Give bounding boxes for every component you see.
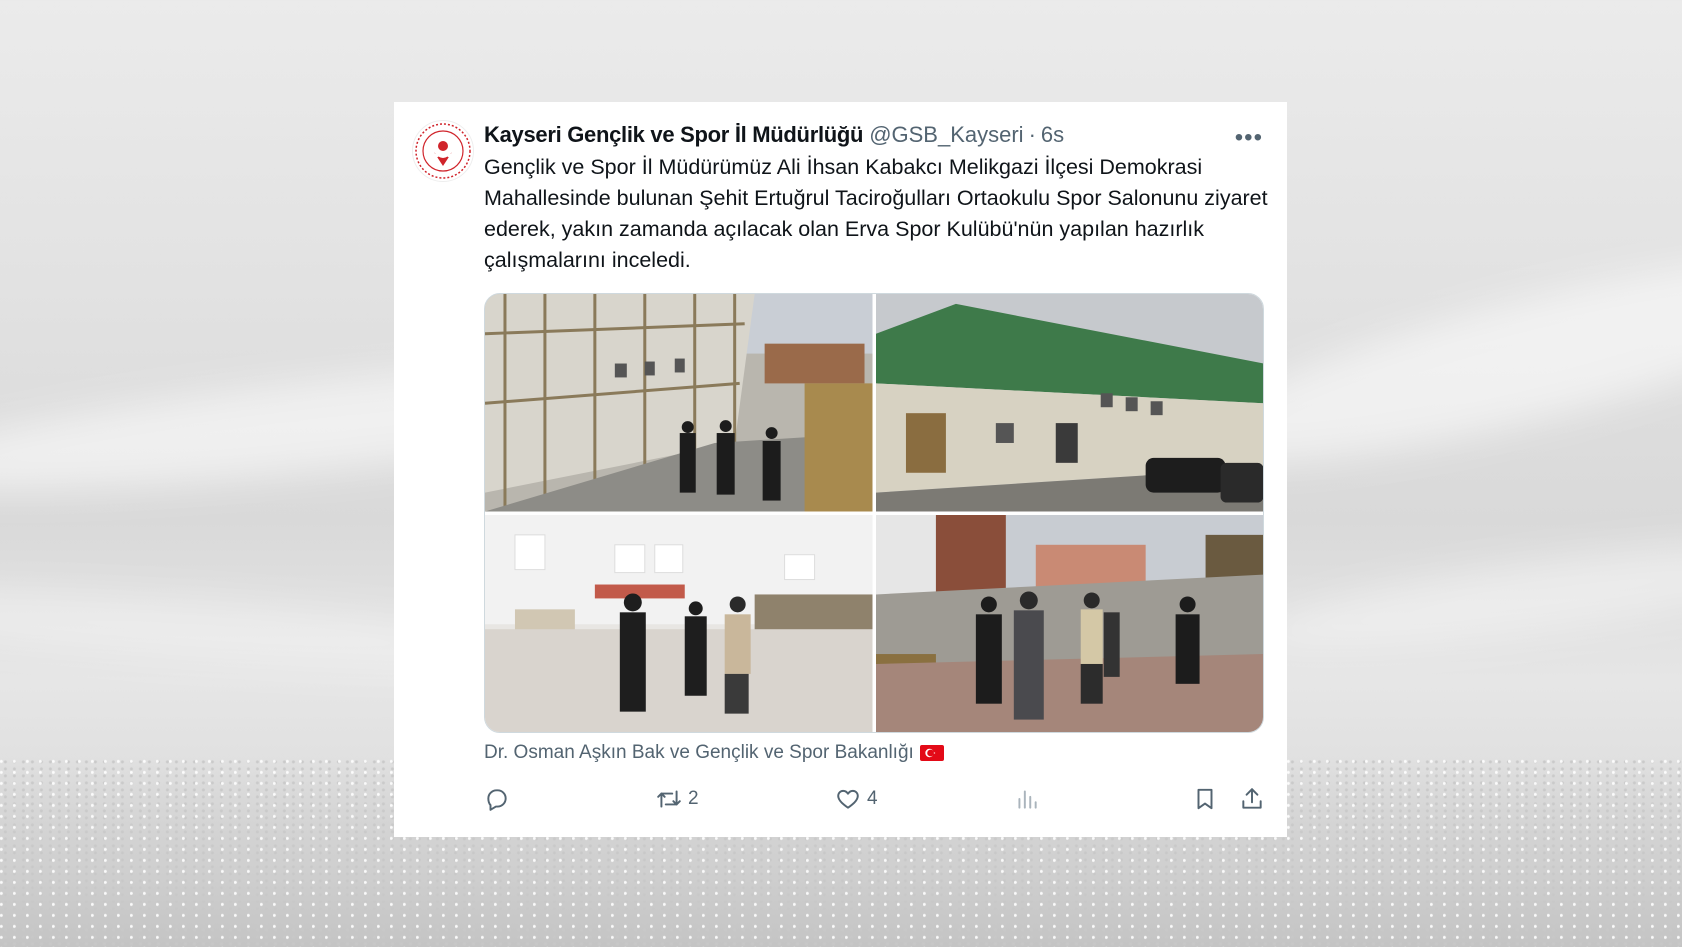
like-button[interactable]: 4 — [835, 786, 878, 812]
user-handle[interactable]: @GSB_Kayseri — [869, 122, 1023, 148]
tweet-card: Kayseri Gençlik ve Spor İl Müdürlüğü @GS… — [394, 102, 1287, 837]
share-icon — [1242, 788, 1262, 809]
photo-scaffolding-image — [485, 294, 873, 512]
more-horizontal-icon[interactable]: ••• — [1235, 124, 1263, 152]
retweet-icon — [657, 790, 681, 808]
photo-street-group-image — [875, 514, 1263, 732]
bookmark-icon — [1197, 788, 1213, 810]
views-button[interactable] — [1014, 786, 1040, 812]
tweet-photo-2[interactable] — [875, 294, 1263, 512]
reply-icon — [487, 789, 507, 811]
media-grid — [484, 293, 1264, 733]
like-count: 4 — [867, 788, 878, 809]
photo-building-exterior-image — [875, 294, 1263, 512]
tweet-time[interactable]: 6s — [1041, 122, 1064, 148]
bookmark-button[interactable] — [1192, 786, 1218, 812]
display-name[interactable]: Kayseri Gençlik ve Spor İl Müdürlüğü — [484, 122, 863, 148]
heart-icon — [837, 789, 859, 809]
turkey-flag-icon — [919, 745, 944, 761]
reply-button[interactable] — [484, 786, 510, 812]
tweet-text: Gençlik ve Spor İl Müdürümüz Ali İhsan K… — [484, 155, 1268, 272]
background-light-streak — [1248, 518, 1682, 672]
retweet-count: 2 — [688, 788, 699, 809]
analytics-icon — [1018, 790, 1037, 809]
separator-dot: · — [1028, 122, 1036, 147]
avatar[interactable] — [412, 120, 474, 182]
tweet-header: Kayseri Gençlik ve Spor İl Müdürlüğü @GS… — [484, 120, 1267, 152]
share-button[interactable] — [1239, 786, 1265, 812]
tagged-users-label: Dr. Osman Aşkın Bak ve Gençlik ve Spor B… — [484, 742, 914, 763]
ministry-logo-icon — [415, 123, 471, 179]
tweet-photo-1[interactable] — [485, 294, 873, 512]
tagged-users[interactable]: Dr. Osman Aşkın Bak ve Gençlik ve Spor B… — [484, 740, 944, 766]
retweet-button[interactable]: 2 — [656, 786, 699, 812]
tweet-photo-4[interactable] — [875, 514, 1263, 732]
photo-indoor-gym-image — [485, 514, 873, 732]
tweet-photo-3[interactable] — [485, 514, 873, 732]
tweet-actions: 2 4 — [484, 782, 1267, 818]
